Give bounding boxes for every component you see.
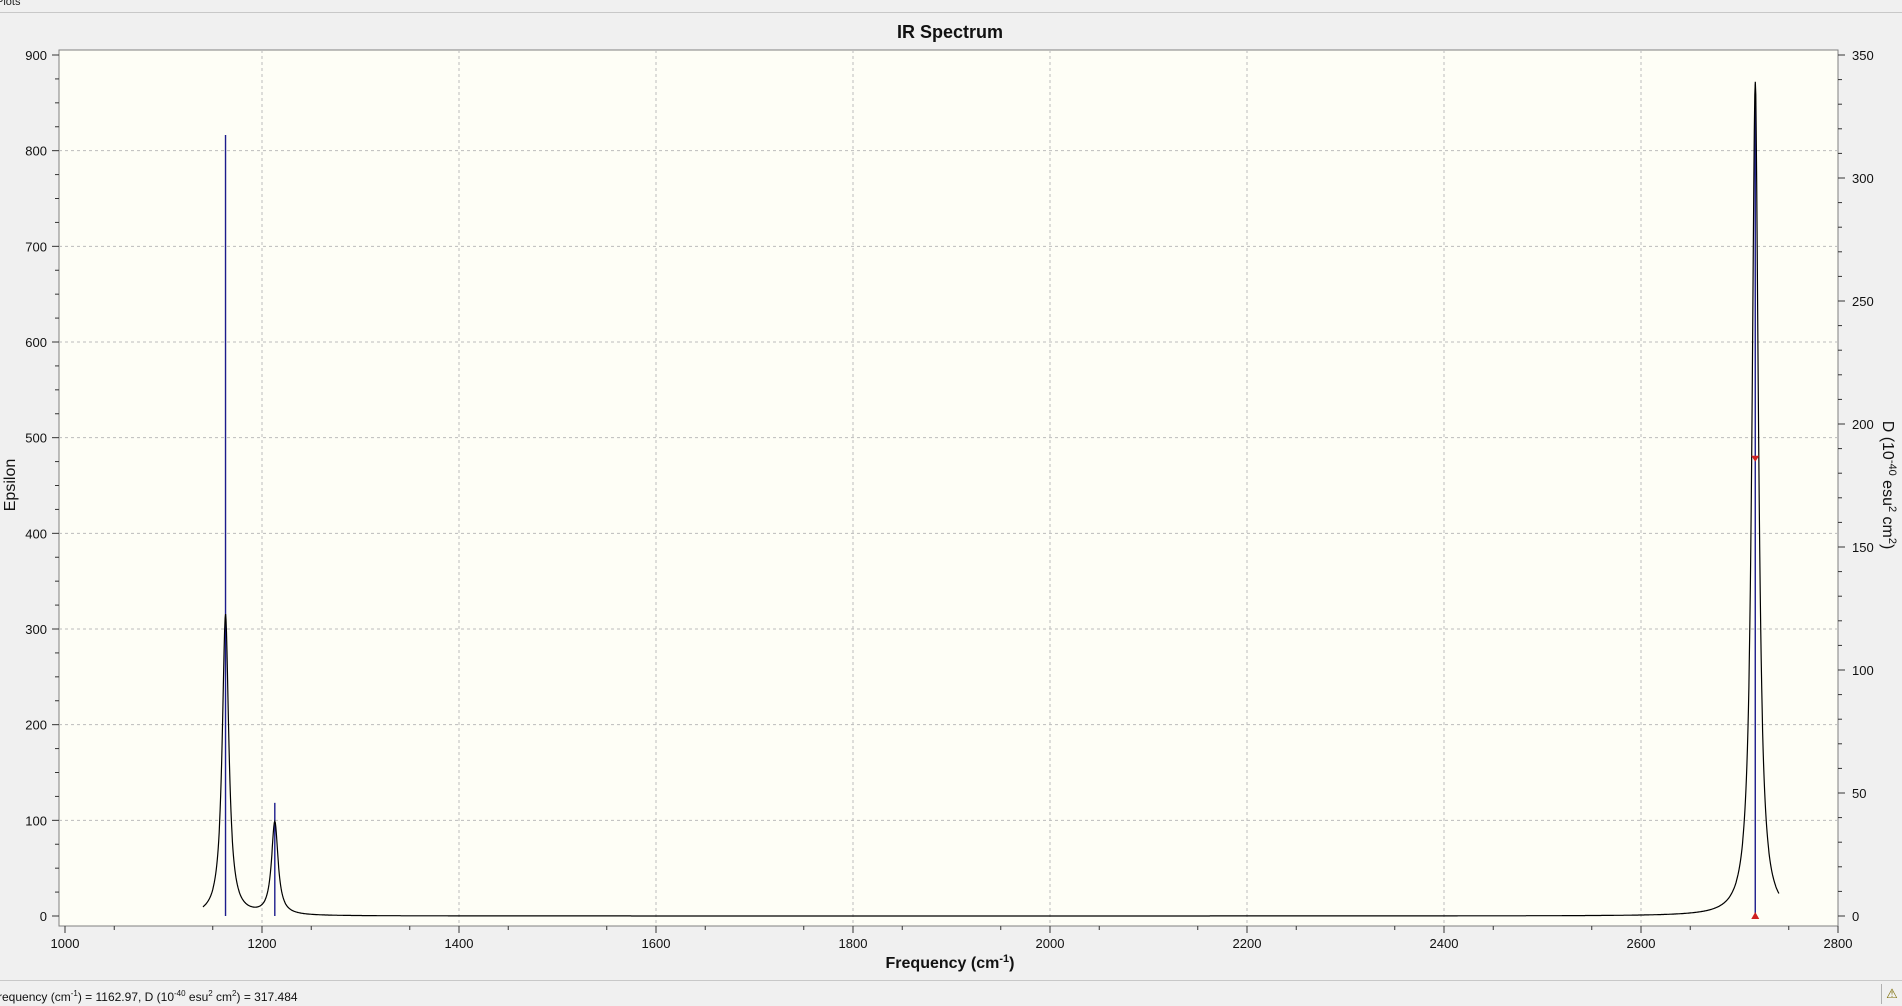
window-title: Plots (0, 0, 21, 8)
x-tick-label: 2400 (1430, 936, 1459, 951)
status-readout: requency (cm-1) = 1162.97, D (10-40 esu2… (0, 989, 298, 1004)
y-axis-left-label: Epsilon (2, 459, 19, 511)
status-bar: requency (cm-1) = 1162.97, D (10-40 esu2… (0, 980, 1902, 1006)
x-tick-label: 1200 (248, 936, 277, 951)
x-tick-label: 2000 (1036, 936, 1065, 951)
x-tick-label: 1400 (445, 936, 474, 951)
x-tick-label: 1000 (51, 936, 80, 951)
x-tick-label: 2600 (1627, 936, 1656, 951)
y-right-tick-label: 150 (1852, 540, 1874, 555)
y-left-tick-label: 300 (25, 622, 47, 637)
x-tick-label: 2200 (1233, 936, 1262, 951)
y-right-tick-label: 0 (1852, 909, 1859, 924)
window-title-bar: Plots (0, 0, 1902, 13)
y-right-tick-label: 100 (1852, 663, 1874, 678)
x-tick-label: 2800 (1824, 936, 1853, 951)
y-left-tick-label: 900 (25, 48, 47, 63)
y-left-tick-label: 500 (25, 431, 47, 446)
y-left-tick-label: 700 (25, 239, 47, 254)
y-left-tick-label: 400 (25, 526, 47, 541)
y-right-tick-label: 250 (1852, 294, 1874, 309)
y-right-tick-label: 300 (1852, 171, 1874, 186)
x-tick-label: 1800 (839, 936, 868, 951)
y-left-tick-label: 800 (25, 144, 47, 159)
plot-area[interactable] (58, 49, 1839, 927)
y-left-tick-label: 100 (25, 813, 47, 828)
lightbulb-question-icon[interactable]: ⚠ (1881, 984, 1902, 1004)
y-left-tick-label: 200 (25, 718, 47, 733)
y-right-tick-label: 350 (1852, 48, 1874, 63)
y-right-tick-label: 50 (1852, 786, 1866, 801)
chart-title: IR Spectrum (897, 22, 1003, 42)
y-left-tick-label: 600 (25, 335, 47, 350)
y-left-tick-label: 0 (40, 909, 47, 924)
x-axis-label: Frequency (cm-1) (886, 953, 1015, 972)
ir-spectrum-chart[interactable]: IR Spectrum 1000 1200 1400 1600 1800 2000 2200… (0, 13, 1902, 979)
x-tick-label: 1600 (642, 936, 671, 951)
y-right-tick-label: 200 (1852, 417, 1874, 432)
y-axis-right-label: D (10-40 esu2 cm2) (1879, 421, 1898, 550)
